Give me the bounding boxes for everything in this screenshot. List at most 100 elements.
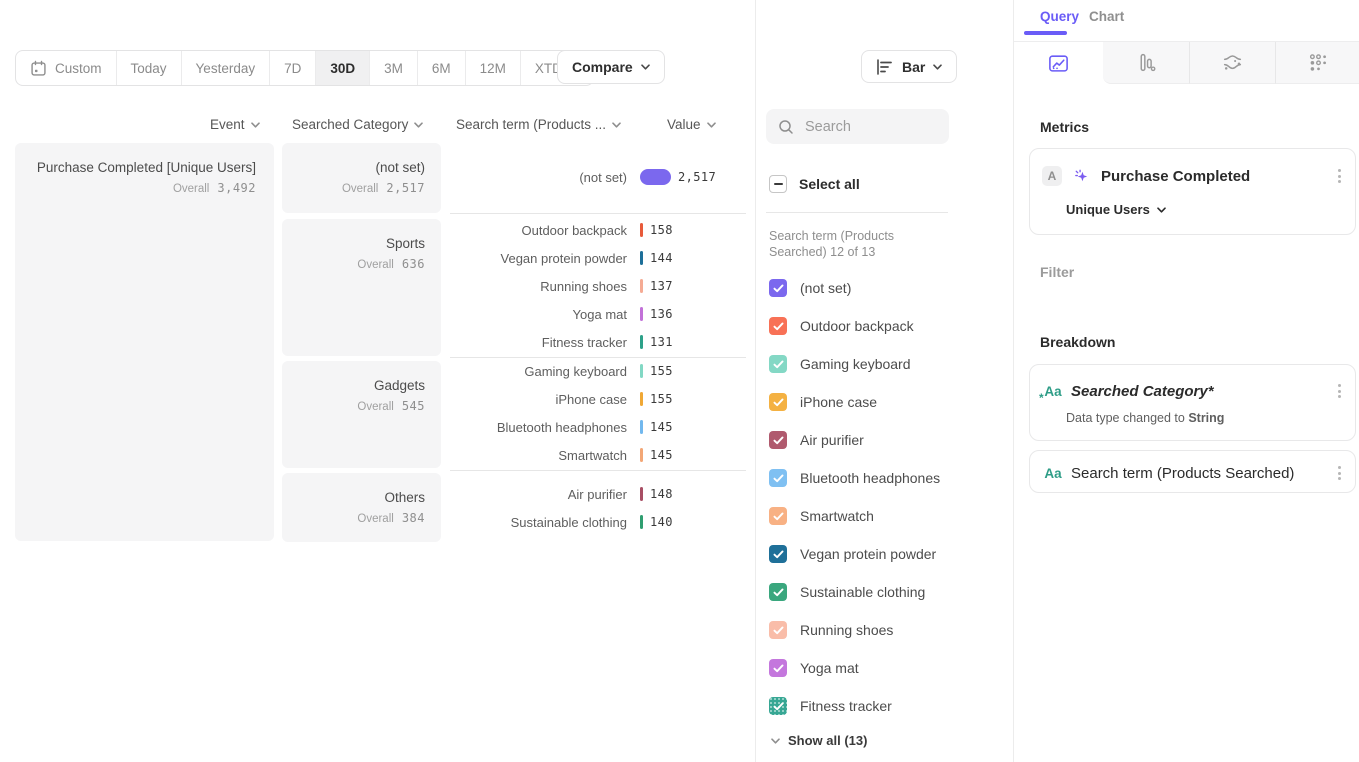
bar[interactable] [640, 487, 643, 501]
bar-row: Vegan protein powder 144 [450, 244, 750, 272]
series-label: Sustainable clothing [800, 584, 925, 600]
bar-label: Gaming keyboard [450, 364, 640, 379]
report-tab-retention[interactable] [1275, 42, 1359, 84]
breakdown-menu-button[interactable] [1334, 380, 1345, 402]
date-range-7d[interactable]: 7D [270, 51, 316, 85]
bar[interactable] [640, 420, 643, 434]
series-checkbox[interactable] [769, 431, 787, 449]
legend-item[interactable]: Yoga mat [769, 649, 859, 687]
bar-row: Outdoor backpack158 [450, 216, 750, 244]
bar-value: 136 [650, 307, 673, 321]
legend-item[interactable]: Outdoor backpack [769, 307, 914, 345]
series-label: Outdoor backpack [800, 318, 914, 334]
metric-card[interactable]: A Purchase Completed Unique Users [1029, 148, 1356, 235]
legend-item[interactable]: iPhone case [769, 383, 877, 421]
bar[interactable] [640, 335, 643, 349]
date-range-3m[interactable]: 3M [370, 51, 418, 85]
legend-item[interactable]: (not set) [769, 269, 851, 307]
series-checkbox[interactable] [769, 279, 787, 297]
metric-menu-button[interactable] [1334, 165, 1345, 187]
bar[interactable] [640, 169, 671, 185]
tab-query[interactable]: Query [1040, 9, 1079, 24]
series-checkbox[interactable] [769, 507, 787, 525]
date-range-today[interactable]: Today [117, 51, 182, 85]
flows-icon [1222, 52, 1243, 73]
bar-value: 144 [650, 251, 673, 265]
chevron-down-icon [641, 64, 650, 70]
date-range-6m[interactable]: 6M [418, 51, 466, 85]
bar[interactable] [640, 515, 643, 529]
bar[interactable] [640, 392, 643, 406]
bar[interactable] [640, 223, 643, 237]
bar-label: Running shoes [450, 279, 640, 294]
report-tab-funnels[interactable] [1103, 42, 1189, 84]
series-checkbox[interactable] [769, 355, 787, 373]
series-label: Smartwatch [800, 508, 874, 524]
column-header-event[interactable]: Event [210, 117, 260, 132]
funnels-icon [1136, 52, 1157, 73]
date-range-30d[interactable]: 30D [316, 51, 370, 85]
legend-item[interactable]: Fitness tracker [769, 687, 892, 725]
bar-value: 140 [650, 515, 673, 529]
breakdown-property-name[interactable]: Searched Category* [1071, 383, 1214, 400]
chevron-down-icon [612, 122, 621, 128]
metric-event-name[interactable]: Purchase Completed [1101, 168, 1250, 185]
event-name: Purchase Completed [Unique Users] [33, 159, 256, 177]
search-input[interactable] [803, 118, 937, 136]
column-header-value[interactable]: Value [667, 117, 716, 132]
bar[interactable] [640, 364, 643, 378]
report-tab-flows[interactable] [1189, 42, 1275, 84]
legend-item[interactable]: Sustainable clothing [769, 573, 925, 611]
legend-item[interactable]: Bluetooth headphones [769, 459, 940, 497]
bar[interactable] [640, 307, 643, 321]
show-all-toggle[interactable]: Show all (13) [771, 733, 867, 748]
series-label: iPhone case [800, 394, 877, 410]
legend-item[interactable]: Air purifier [769, 421, 864, 459]
bar-value: 155 [650, 364, 673, 378]
breakdown-card[interactable]: Aa*Searched Category*Data type changed t… [1029, 364, 1356, 441]
event-sparkle-icon [1072, 167, 1091, 186]
column-header-searched-category[interactable]: Searched Category [292, 117, 423, 132]
series-label: Yoga mat [800, 660, 859, 676]
date-range-yesterday[interactable]: Yesterday [182, 51, 271, 85]
bar[interactable] [640, 279, 643, 293]
chevron-down-icon [251, 122, 260, 128]
column-header-search-term[interactable]: Search term (Products ... [456, 117, 621, 132]
bar[interactable] [640, 251, 643, 265]
date-range-12m[interactable]: 12M [466, 51, 521, 85]
legend-item[interactable]: Gaming keyboard [769, 345, 911, 383]
tab-chart[interactable]: Chart [1089, 9, 1124, 24]
bar-value: 145 [650, 448, 673, 462]
series-checkbox[interactable] [769, 545, 787, 563]
series-checkbox[interactable] [769, 621, 787, 639]
series-checkbox[interactable] [769, 583, 787, 601]
report-type-tabs [1014, 41, 1359, 83]
date-range-custom[interactable]: Custom [16, 51, 117, 85]
breakdown-menu-button[interactable] [1334, 462, 1345, 484]
series-checkbox[interactable] [769, 317, 787, 335]
select-all-row[interactable]: Select all [769, 175, 860, 193]
series-checkbox[interactable] [769, 697, 787, 715]
breakdown-property-name[interactable]: Search term (Products Searched) [1071, 465, 1294, 482]
compare-button[interactable]: Compare [557, 50, 665, 84]
bar-row: (not set)2,517 [450, 163, 750, 191]
select-all-checkbox[interactable] [769, 175, 787, 193]
measure-dropdown[interactable]: Unique Users [1066, 202, 1166, 217]
bar-label: Bluetooth headphones [450, 420, 640, 435]
property-type-icon: Aa* [1042, 381, 1064, 401]
legend-item[interactable]: Smartwatch [769, 497, 874, 535]
bar-value: 131 [650, 335, 673, 349]
report-tab-insights[interactable] [1014, 42, 1103, 84]
legend-item[interactable]: Running shoes [769, 611, 893, 649]
legend-item[interactable]: Vegan protein powder [769, 535, 936, 573]
series-checkbox[interactable] [769, 659, 787, 677]
bar-label: Yoga mat [450, 307, 640, 322]
bar-row: Bluetooth headphones145 [450, 413, 750, 441]
series-checkbox[interactable] [769, 393, 787, 411]
bar-label: Vegan protein powder [450, 251, 640, 266]
divider [766, 212, 948, 213]
breakdown-card[interactable]: AaSearch term (Products Searched) [1029, 450, 1356, 493]
bar[interactable] [640, 448, 643, 462]
series-checkbox[interactable] [769, 469, 787, 487]
query-panel: Query Chart Metrics A Purchase Completed… [1013, 0, 1359, 762]
